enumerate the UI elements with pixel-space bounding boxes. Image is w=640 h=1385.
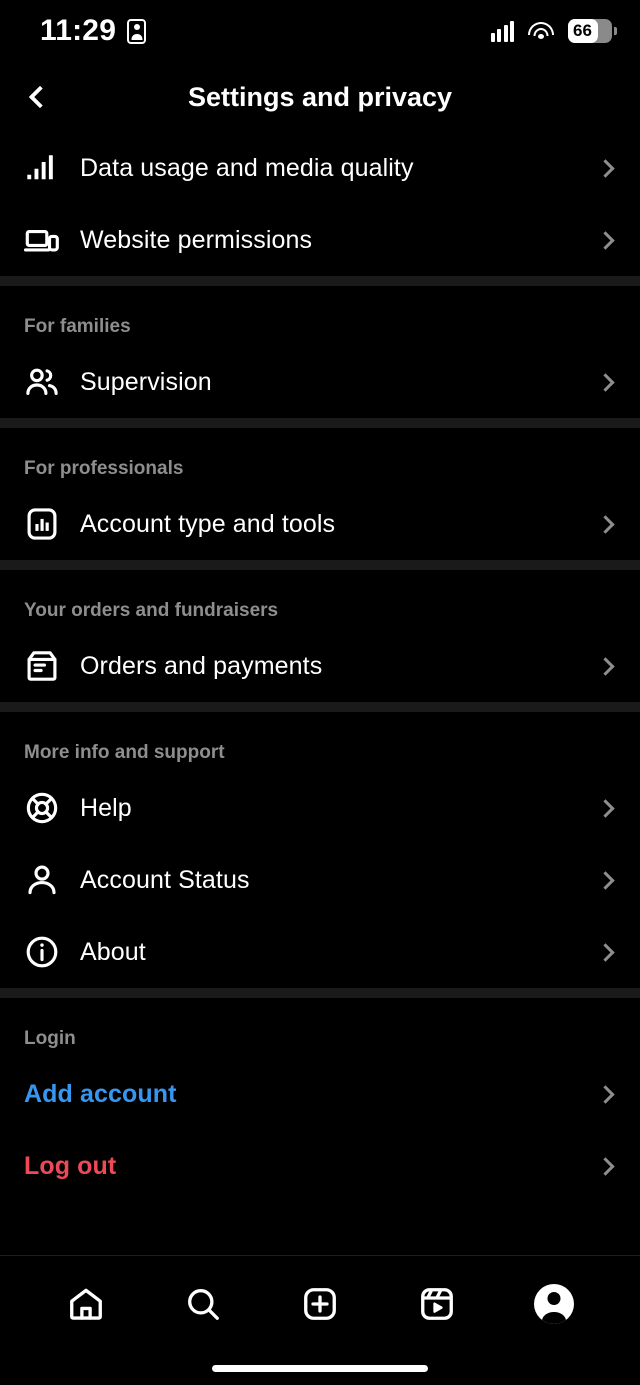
nav-item-search[interactable]: [168, 1274, 238, 1334]
settings-row-account-status[interactable]: Account Status: [0, 844, 640, 916]
settings-row-label: Data usage and media quality: [80, 153, 414, 182]
section-separator: [0, 702, 640, 712]
page-title: Settings and privacy: [187, 81, 453, 112]
status-bar: 11:29 66: [0, 0, 640, 62]
search-icon: [188, 1288, 220, 1320]
settings-row-label: Website permissions: [80, 225, 313, 254]
nav-item-home[interactable]: [51, 1274, 121, 1334]
row-icon-slot: [24, 222, 80, 258]
home-indicator-area: [0, 1351, 640, 1385]
settings-row-data-usage-and-media-quality[interactable]: Data usage and media quality: [0, 132, 640, 204]
page-header: Settings and privacy: [0, 62, 640, 132]
plus-square-icon: [304, 1287, 336, 1320]
nav-item-create[interactable]: [285, 1274, 355, 1334]
section-separator: [0, 418, 640, 428]
status-bar-left: 11:29: [40, 14, 147, 48]
id-badge-icon: [127, 18, 147, 44]
settings-row-orders-and-payments[interactable]: Orders and payments: [0, 630, 640, 702]
settings-list: Data usage and media quality Website perm…: [0, 132, 640, 1255]
nav-item-profile[interactable]: [519, 1274, 589, 1334]
settings-row-log-out[interactable]: Log out: [0, 1130, 640, 1202]
settings-row-label: Account type and tools: [80, 509, 336, 538]
section-title: For professionals: [24, 458, 184, 479]
section-title: More info and support: [24, 742, 225, 763]
nav-item-reels[interactable]: [402, 1274, 472, 1334]
info-circle-icon: [24, 934, 60, 970]
row-icon-slot: [24, 934, 80, 970]
chevron-right-icon: [596, 798, 615, 818]
section-separator: [0, 560, 640, 570]
chevron-right-icon: [596, 1084, 615, 1104]
chevron-right-icon: [596, 1156, 615, 1176]
row-icon-slot: [24, 506, 80, 542]
row-icon-slot: [24, 790, 80, 826]
avatar-icon: [533, 1283, 574, 1324]
chevron-right-icon: [596, 158, 615, 178]
chevron-right-icon: [596, 870, 615, 890]
settings-row-label: Log out: [24, 1151, 117, 1180]
settings-row-about[interactable]: About: [0, 916, 640, 988]
signal-bars-icon: [24, 150, 60, 186]
home-icon: [70, 1288, 103, 1320]
settings-row-add-account[interactable]: Add account: [0, 1058, 640, 1130]
bottom-navigation-bar: [0, 1255, 640, 1351]
battery-level-label: 66: [573, 21, 592, 40]
status-bar-clock: 11:29: [40, 14, 117, 47]
settings-row-label: Help: [80, 793, 132, 822]
settings-row-label: Add account: [24, 1079, 177, 1108]
section-title: Your orders and fundraisers: [24, 600, 279, 621]
section-separator: [0, 988, 640, 998]
row-icon-slot: [24, 862, 80, 898]
settings-row-website-permissions[interactable]: Website permissions: [0, 204, 640, 276]
back-button[interactable]: [8, 85, 72, 109]
chevron-right-icon: [596, 942, 615, 962]
battery-icon: 66: [568, 19, 617, 43]
row-icon-slot: [24, 648, 80, 684]
section-separator: [0, 276, 640, 286]
row-icon-slot: [24, 150, 80, 186]
settings-row-label: Account Status: [80, 865, 250, 894]
wifi-icon: [528, 21, 554, 41]
settings-row-label: Orders and payments: [80, 651, 323, 680]
chart-square-icon: [24, 506, 60, 542]
chevron-right-icon: [596, 514, 615, 534]
person-icon: [24, 862, 60, 898]
devices-icon: [24, 222, 60, 258]
chevron-right-icon: [596, 656, 615, 676]
section-title: Login: [24, 1028, 76, 1049]
cellular-signal-icon: [490, 20, 514, 42]
back-chevron-icon: [28, 85, 52, 109]
chevron-right-icon: [596, 372, 615, 392]
status-bar-right: 66: [490, 19, 617, 43]
settings-row-supervision[interactable]: Supervision: [0, 346, 640, 418]
settings-and-privacy-screen: 11:29 66 Settings and privacy Data usage…: [0, 0, 640, 1385]
settings-row-account-type-and-tools[interactable]: Account type and tools: [0, 488, 640, 560]
row-icon-slot: [24, 364, 80, 400]
people-icon: [24, 364, 60, 400]
box-receipt-icon: [24, 648, 60, 684]
settings-row-label: Supervision: [80, 367, 212, 396]
lifebuoy-icon: [24, 790, 60, 826]
reels-icon: [420, 1287, 453, 1320]
settings-row-label: About: [80, 937, 146, 966]
section-title: For families: [24, 316, 131, 337]
home-indicator: [212, 1364, 428, 1372]
settings-row-help[interactable]: Help: [0, 772, 640, 844]
chevron-right-icon: [596, 230, 615, 250]
